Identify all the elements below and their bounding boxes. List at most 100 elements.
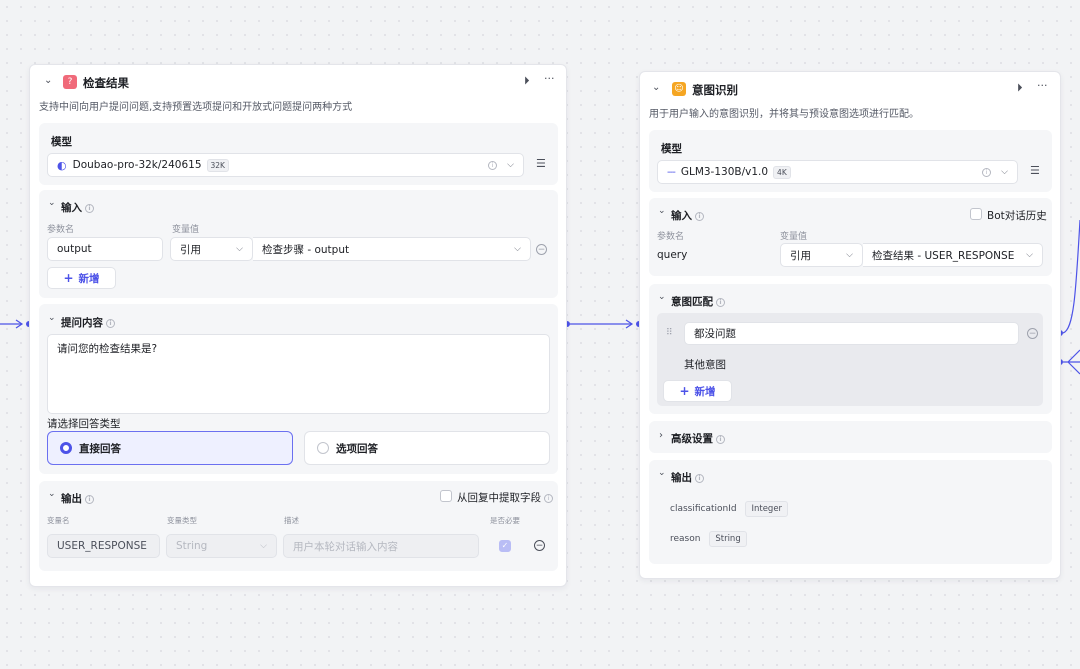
info-icon[interactable]: i: [982, 167, 992, 177]
node-title: 检查结果: [83, 76, 129, 90]
intent-item-input[interactable]: 都没问题: [684, 322, 1019, 345]
output-var-name: USER_RESPONSE: [47, 534, 160, 558]
param-name-label: 参数名: [657, 232, 685, 242]
model-logo-icon: ---: [667, 166, 676, 178]
node-title: 意图识别: [692, 83, 738, 97]
col-required: 是否必要: [490, 516, 520, 525]
question-textarea[interactable]: 请问您的检查结果是?: [47, 334, 550, 414]
output-title: 输出 i: [61, 491, 94, 506]
node-card-check-result[interactable]: ⌄ ? 检查结果 ⏵ ··· 支持中间向用户提问问题,支持预置选项提问和开放式问…: [29, 64, 567, 587]
output-var-desc: 用户本轮对话输入内容: [283, 534, 479, 558]
intent-section: ⌄ 意图匹配 i ⠿ 都没问题 − 其他意图 + 新增: [649, 284, 1052, 414]
chevron-down-icon: ⌵: [1001, 167, 1008, 177]
ref-value-select[interactable]: 检查结果 - USER_RESPONSE ⌵: [863, 243, 1043, 267]
output-var-type: String ⌵: [166, 534, 277, 558]
collapse-chevron-icon[interactable]: ⌄: [48, 198, 56, 208]
type-tag: String: [709, 531, 747, 547]
input-section: ⌄ 输入 i 参数名 变量值 output 引用 ⌵ 检查步骤 - output ⌵ …: [39, 190, 558, 298]
input-title: 输入 i: [671, 208, 704, 223]
collapse-chevron-icon[interactable]: ⌄: [44, 75, 52, 86]
input-title: 输入 i: [61, 200, 94, 215]
model-title: 模型: [51, 136, 72, 148]
required-checkbox-checked: ✓: [499, 540, 511, 552]
node-description: 用于用户输入的意图识别，并将其与预设意图选项进行匹配。: [649, 109, 919, 120]
output-row: classificationId Integer: [670, 501, 789, 517]
intent-node-icon: ☺: [672, 82, 686, 96]
extract-fields-checkbox[interactable]: [440, 490, 452, 502]
settings-sliders-icon[interactable]: ☰: [1030, 164, 1040, 177]
radio-option-answer[interactable]: 选项回答: [304, 431, 550, 465]
ref-type-select[interactable]: 引用 ⌵: [170, 237, 253, 261]
bot-history-label: Bot对话历史: [987, 210, 1047, 222]
radio-direct-answer[interactable]: 直接回答: [47, 431, 293, 465]
collapse-chevron-icon[interactable]: ⌄: [652, 82, 660, 93]
chevron-down-icon: ⌵: [236, 244, 243, 254]
chevron-down-icon: ⌵: [260, 541, 267, 551]
info-icon: i: [695, 211, 704, 221]
intent-title: 意图匹配 i: [671, 294, 725, 309]
run-icon[interactable]: ⏵: [524, 74, 530, 88]
col-desc: 描述: [284, 516, 299, 525]
context-badge: 4K: [773, 165, 791, 179]
add-param-button[interactable]: + 新增: [47, 267, 116, 289]
collapse-chevron-icon[interactable]: ⌄: [658, 206, 666, 216]
ref-type-select[interactable]: 引用 ⌵: [780, 243, 863, 267]
variable-value-label: 变量值: [172, 225, 200, 235]
advanced-title: 高级设置 i: [671, 431, 725, 446]
output-section: ⌄ 输出 i 从回复中提取字段 i 变量名 变量类型 描述 是否必要 USER_RE…: [39, 481, 558, 571]
drag-handle-icon[interactable]: ⠿: [666, 328, 673, 338]
info-icon: i: [85, 203, 94, 213]
chevron-down-icon: ⌵: [507, 160, 514, 170]
extract-fields-label: 从回复中提取字段 i: [457, 490, 553, 505]
chevron-down-icon: ⌵: [846, 250, 853, 260]
model-select[interactable]: ◐ Doubao-pro-32k/240615 32K i ⌵: [47, 153, 524, 177]
model-select[interactable]: --- GLM3-130B/v1.0 4K i ⌵: [657, 160, 1018, 184]
node-description: 支持中间向用户提问问题,支持预置选项提问和开放式问题提问两种方式: [39, 102, 353, 113]
model-section: 模型 ◐ Doubao-pro-32k/240615 32K i ⌵ ☰: [39, 123, 558, 185]
type-tag: Integer: [745, 501, 789, 517]
more-icon[interactable]: ···: [544, 72, 555, 85]
question-title: 提问内容 i: [61, 315, 115, 330]
chevron-down-icon: ⌵: [1026, 250, 1033, 260]
plus-icon: +: [63, 271, 74, 285]
remove-output-icon[interactable]: −: [534, 540, 545, 551]
radio-unselected-icon: [317, 442, 329, 454]
settings-sliders-icon[interactable]: ☰: [536, 157, 546, 170]
param-name-label: 参数名: [47, 225, 75, 235]
plus-icon: +: [679, 384, 690, 398]
expand-chevron-icon[interactable]: ›: [659, 430, 663, 441]
node-card-intent-recognition[interactable]: ⌄ ☺ 意图识别 ⏵ ··· 用于用户输入的意图识别，并将其与预设意图选项进行匹…: [639, 71, 1061, 579]
other-intent-label: 其他意图: [684, 359, 726, 371]
variable-value-label: 变量值: [780, 232, 808, 242]
info-icon: i: [544, 493, 553, 503]
col-var-name: 变量名: [47, 516, 70, 525]
question-section: ⌄ 提问内容 i 请问您的检查结果是? 请选择回答类型 直接回答 选项回答: [39, 304, 558, 474]
param-name-input[interactable]: output: [47, 237, 163, 261]
run-icon[interactable]: ⏵: [1017, 81, 1023, 95]
more-icon[interactable]: ···: [1037, 79, 1048, 92]
collapse-chevron-icon[interactable]: ⌄: [658, 468, 666, 478]
param-name: query: [657, 249, 688, 261]
radio-selected-icon: [60, 442, 72, 454]
model-title: 模型: [661, 143, 682, 155]
advanced-section[interactable]: › 高级设置 i: [649, 421, 1052, 453]
output-section: ⌄ 输出 i classificationId Integer reason St…: [649, 460, 1052, 564]
add-intent-button[interactable]: + 新增: [663, 380, 732, 402]
remove-intent-icon[interactable]: −: [1027, 328, 1038, 339]
info-icon: i: [716, 434, 725, 444]
output-row: reason String: [670, 531, 747, 547]
remove-param-icon[interactable]: −: [536, 244, 547, 255]
info-icon[interactable]: i: [488, 160, 498, 170]
info-icon: i: [106, 318, 115, 328]
col-var-type: 变量类型: [167, 516, 197, 525]
model-name: Doubao-pro-32k/240615: [72, 159, 202, 171]
model-logo-icon: ◐: [57, 158, 67, 172]
answer-type-label: 请选择回答类型: [47, 418, 121, 430]
model-name: GLM3-130B/v1.0: [680, 166, 769, 178]
bot-history-checkbox[interactable]: [970, 208, 982, 220]
collapse-chevron-icon[interactable]: ⌄: [48, 489, 56, 499]
collapse-chevron-icon[interactable]: ⌄: [658, 292, 666, 302]
collapse-chevron-icon[interactable]: ⌄: [48, 313, 56, 323]
chevron-down-icon: ⌵: [514, 244, 521, 254]
ref-value-select[interactable]: 检查步骤 - output ⌵: [253, 237, 531, 261]
